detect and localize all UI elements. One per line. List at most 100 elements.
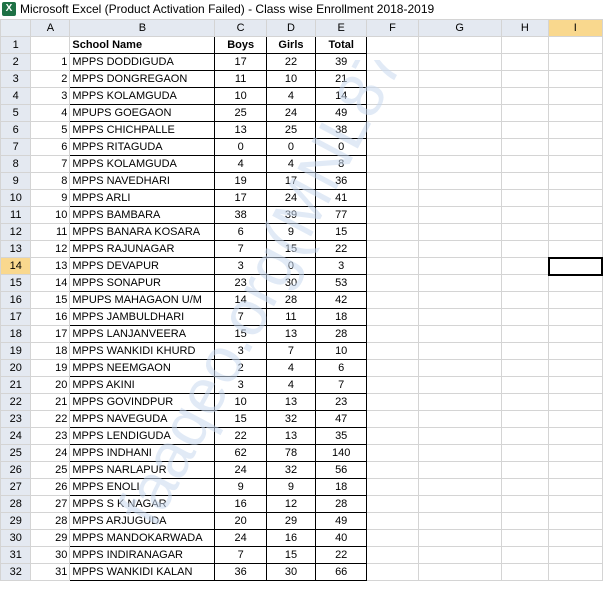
- boys-cell[interactable]: 7: [214, 546, 267, 564]
- girls-cell[interactable]: 9: [265, 478, 317, 496]
- serial-number-cell[interactable]: 26: [30, 478, 71, 496]
- girls-cell[interactable]: 11: [265, 308, 317, 326]
- total-cell[interactable]: 18: [315, 478, 368, 496]
- cell[interactable]: [548, 546, 603, 564]
- cell[interactable]: [500, 172, 550, 190]
- cell[interactable]: [500, 189, 550, 207]
- row-header[interactable]: 4: [0, 87, 32, 105]
- cell[interactable]: [366, 308, 419, 326]
- column-header-c[interactable]: C: [214, 19, 267, 37]
- serial-number-cell[interactable]: 24: [30, 444, 71, 462]
- total-cell[interactable]: 38: [315, 121, 368, 139]
- total-cell[interactable]: 41: [315, 189, 368, 207]
- cell[interactable]: [548, 206, 603, 224]
- row-header[interactable]: 14: [0, 257, 32, 275]
- cell[interactable]: [366, 121, 419, 139]
- select-all-corner[interactable]: [0, 19, 32, 37]
- cell[interactable]: [500, 512, 550, 530]
- column-header-e[interactable]: E: [315, 19, 368, 37]
- cell[interactable]: [548, 325, 603, 343]
- cell[interactable]: [500, 393, 550, 411]
- row-header[interactable]: 22: [0, 393, 32, 411]
- cell[interactable]: [366, 291, 419, 309]
- boys-cell[interactable]: 4: [214, 155, 267, 173]
- cell[interactable]: [417, 172, 502, 190]
- cell[interactable]: [500, 257, 550, 275]
- cell[interactable]: [500, 563, 550, 581]
- cell[interactable]: [500, 36, 550, 54]
- girls-cell[interactable]: 22: [265, 53, 317, 71]
- total-cell[interactable]: 42: [315, 291, 368, 309]
- cell[interactable]: [366, 87, 419, 105]
- column-header-b[interactable]: B: [69, 19, 216, 37]
- school-name-cell[interactable]: MPPS NARLAPUR: [69, 461, 216, 479]
- column-header-a[interactable]: A: [30, 19, 71, 37]
- active-cell[interactable]: [547, 256, 603, 276]
- cell[interactable]: [366, 342, 419, 360]
- cell[interactable]: [548, 529, 603, 547]
- cell[interactable]: [548, 121, 603, 139]
- total-cell[interactable]: 0: [315, 138, 368, 156]
- cell[interactable]: [500, 87, 550, 105]
- serial-number-cell[interactable]: 11: [30, 223, 71, 241]
- serial-number-cell[interactable]: 27: [30, 495, 71, 513]
- cell[interactable]: [417, 478, 502, 496]
- total-cell[interactable]: 66: [315, 563, 368, 581]
- cells-table[interactable]: A B C D E F G H I 1 School Name Boys Girls Total 2 1 MPP…: [0, 19, 603, 581]
- girls-cell[interactable]: 0: [265, 138, 317, 156]
- serial-number-cell[interactable]: 25: [30, 461, 71, 479]
- cell[interactable]: [548, 359, 603, 377]
- serial-number-cell[interactable]: 2: [30, 70, 71, 88]
- boys-cell[interactable]: 24: [214, 461, 267, 479]
- girls-cell[interactable]: 9: [265, 223, 317, 241]
- school-name-cell[interactable]: MPPS S K NAGAR: [69, 495, 216, 513]
- boys-cell[interactable]: 6: [214, 223, 267, 241]
- school-name-cell[interactable]: MPPS INDIRANAGAR: [69, 546, 216, 564]
- total-cell[interactable]: 39: [315, 53, 368, 71]
- row-header[interactable]: 18: [0, 325, 32, 343]
- cell[interactable]: [366, 359, 419, 377]
- cell[interactable]: [417, 206, 502, 224]
- cell[interactable]: [366, 478, 419, 496]
- girls-cell[interactable]: 32: [265, 410, 317, 428]
- serial-number-cell[interactable]: 3: [30, 87, 71, 105]
- school-name-cell[interactable]: MPPS RITAGUDA: [69, 138, 216, 156]
- girls-cell[interactable]: 4: [265, 376, 317, 394]
- row-header[interactable]: 7: [0, 138, 32, 156]
- total-cell[interactable]: 22: [315, 240, 368, 258]
- total-cell[interactable]: 18: [315, 308, 368, 326]
- girls-cell[interactable]: 13: [265, 427, 317, 445]
- girls-cell[interactable]: 7: [265, 342, 317, 360]
- cell[interactable]: [366, 563, 419, 581]
- cell[interactable]: [417, 529, 502, 547]
- cell[interactable]: [500, 206, 550, 224]
- cell[interactable]: [500, 444, 550, 462]
- school-name-cell[interactable]: MPPS BAMBARA: [69, 206, 216, 224]
- serial-number-cell[interactable]: 17: [30, 325, 71, 343]
- cell[interactable]: [366, 410, 419, 428]
- cell[interactable]: [548, 223, 603, 241]
- row-header[interactable]: 20: [0, 359, 32, 377]
- total-cell[interactable]: 40: [315, 529, 368, 547]
- total-cell[interactable]: 28: [315, 325, 368, 343]
- row-header[interactable]: 16: [0, 291, 32, 309]
- serial-number-cell[interactable]: 15: [30, 291, 71, 309]
- total-cell[interactable]: 140: [315, 444, 368, 462]
- cell[interactable]: [366, 512, 419, 530]
- cell[interactable]: [548, 495, 603, 513]
- girls-cell[interactable]: 12: [265, 495, 317, 513]
- cell[interactable]: [417, 121, 502, 139]
- school-name-cell[interactable]: MPPS WANKIDI KHURD: [69, 342, 216, 360]
- cell[interactable]: [417, 308, 502, 326]
- school-name-cell[interactable]: MPPS LENDIGUDA: [69, 427, 216, 445]
- girls-cell[interactable]: 13: [265, 393, 317, 411]
- boys-cell[interactable]: 15: [214, 410, 267, 428]
- row-header[interactable]: 19: [0, 342, 32, 360]
- girls-cell[interactable]: 30: [265, 563, 317, 581]
- cell[interactable]: [417, 563, 502, 581]
- serial-number-cell[interactable]: 31: [30, 563, 71, 581]
- total-cell[interactable]: 10: [315, 342, 368, 360]
- cell[interactable]: [366, 36, 419, 54]
- cell[interactable]: [548, 308, 603, 326]
- cell[interactable]: [366, 461, 419, 479]
